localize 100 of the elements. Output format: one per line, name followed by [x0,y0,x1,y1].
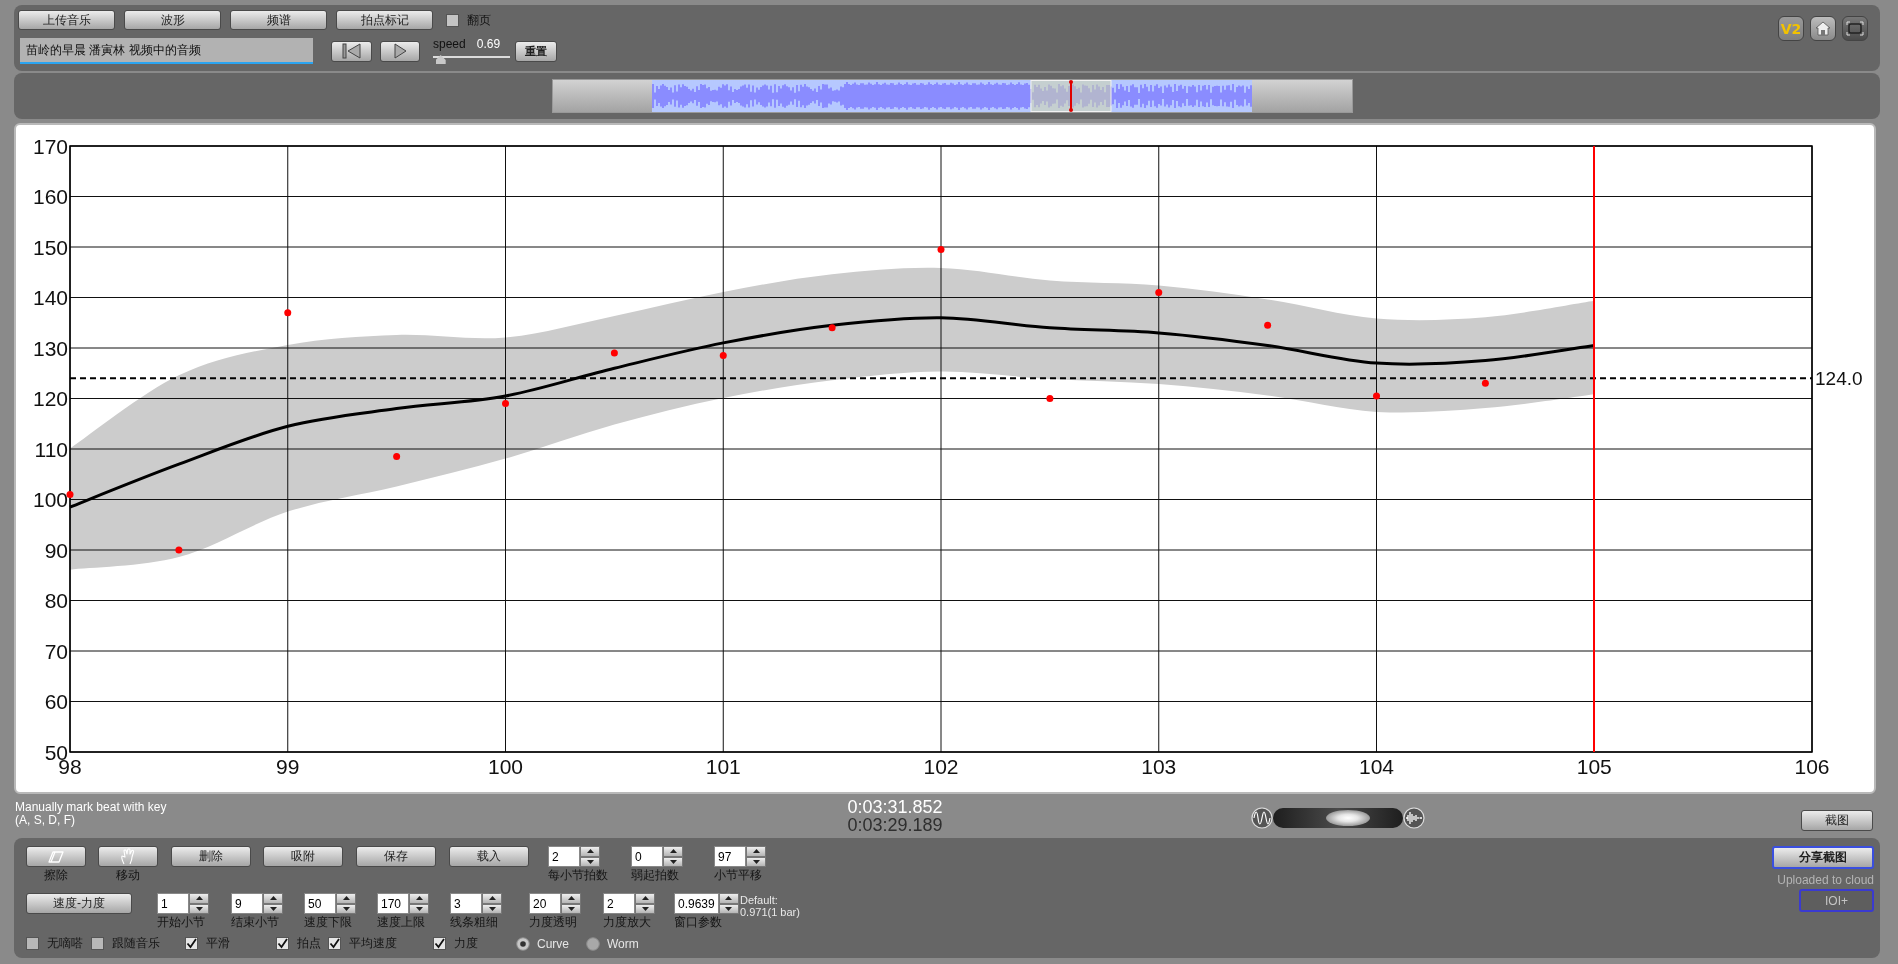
radio-button[interactable] [516,936,530,951]
eraser-icon [47,849,65,864]
track-name-field[interactable]: 苗岭的早晨 潘寅林 视频中的音频 [20,38,313,64]
beat-point [1373,392,1380,400]
decrement-button[interactable] [718,903,739,914]
up-triangle-icon [415,896,423,901]
checkbox[interactable] [185,937,198,950]
number-field[interactable]: 3 [450,893,482,914]
decrement-button[interactable] [409,903,429,914]
action-button[interactable]: 载入 [449,846,529,867]
x-tick-label: 100 [488,755,523,778]
down-triangle-icon [195,906,203,911]
increment-button[interactable] [189,893,209,904]
decrement-button[interactable] [746,856,766,867]
selection-window[interactable] [1030,80,1111,112]
y-tick-label: 110 [34,437,68,461]
fullscreen-button[interactable] [1842,16,1868,41]
screenshot-button[interactable]: 截图 [1801,810,1873,831]
hint-text: (A, S, D, F) [15,814,75,827]
action-button[interactable]: 删除 [171,846,251,867]
up-triangle-icon [567,896,575,901]
radio-label: Worm [607,936,639,951]
skip-to-start-button[interactable] [331,40,372,62]
increment-button[interactable] [409,893,429,904]
number-field[interactable]: 20 [529,893,561,914]
action-button[interactable]: 保存 [356,846,436,867]
up-triangle-icon [752,849,760,854]
home-button[interactable] [1810,16,1836,41]
increment-button[interactable] [718,893,739,904]
x-tick-label: 102 [923,755,959,778]
play-button[interactable] [380,40,420,62]
field-label: 窗口参数 [674,916,722,929]
decrement-button[interactable] [635,903,655,914]
down-triangle-icon [567,906,575,911]
checkbox[interactable] [91,937,104,950]
toolbar-button[interactable]: 上传音乐 [18,10,115,30]
number-field[interactable]: 1 [157,893,189,914]
checkbox-label: 无嘀嗒 [47,935,83,952]
checkbox[interactable] [26,937,39,950]
checkbox[interactable] [446,13,459,27]
field-label: 开始小节 [157,916,205,929]
down-triangle-icon [641,906,649,911]
move-button[interactable] [98,846,158,867]
toolbar-button[interactable]: 频谱 [230,10,327,30]
decrement-button[interactable] [561,903,581,914]
number-field[interactable]: 50 [304,893,336,914]
toolbar-button[interactable]: 波形 [124,10,221,30]
increment-button[interactable] [580,846,600,857]
x-tick-label: 99 [276,755,300,778]
increment-button[interactable] [561,893,581,904]
number-field[interactable]: 97 [714,846,746,867]
decrement-button[interactable] [663,856,683,867]
y-tick-label: 140 [32,286,68,310]
mode-button[interactable]: 速度-力度 [26,893,132,914]
increment-button[interactable] [336,893,356,904]
increment-button[interactable] [263,893,283,904]
decrement-button[interactable] [189,903,209,914]
y-tick-label: 160 [32,185,68,209]
y-tick-label: 130 [32,336,68,360]
number-field[interactable]: 2 [603,893,635,914]
decrement-button[interactable] [336,903,356,914]
beat-point [719,352,727,360]
action-button[interactable]: 吸附 [263,846,343,867]
sine-wave-icon[interactable] [1251,807,1273,829]
reset-button[interactable]: 重置 [515,40,557,62]
waveform-icon[interactable] [1403,807,1425,829]
y-tick-label: 120 [32,387,68,411]
field-label: 每小节拍数 [548,869,608,882]
checkbox[interactable] [276,937,289,950]
x-tick-label: 106 [1794,755,1830,778]
blend-slider[interactable] [1273,808,1403,828]
number-field[interactable]: 170 [377,893,409,914]
up-triangle-icon [488,896,496,901]
increment-button[interactable] [635,893,655,904]
decrement-button[interactable] [580,856,600,867]
decrement-button[interactable] [482,903,502,914]
radio-button[interactable] [586,936,600,951]
field-label: 弱起拍数 [631,869,679,882]
toolbar-button[interactable]: 拍点标记 [336,10,433,30]
eraser-button[interactable] [26,846,86,867]
increment-button[interactable] [482,893,502,904]
up-triangle-icon [269,896,277,901]
checkbox-label: 平均速度 [349,935,397,952]
number-field[interactable]: 0.9639 [674,893,719,914]
slider-thumb[interactable] [435,55,446,64]
number-field[interactable]: 2 [548,846,580,867]
slider-thumb[interactable] [1326,810,1371,826]
field-label: 速度下限 [304,916,352,929]
increment-button[interactable] [746,846,766,857]
number-field[interactable]: 9 [231,893,263,914]
checkbox-label: 跟随音乐 [112,935,160,952]
increment-button[interactable] [663,846,683,857]
share-screenshot-button[interactable]: 分享截图 [1772,846,1874,869]
number-field[interactable]: 0 [631,846,663,867]
checkbox[interactable] [328,937,341,950]
default-note: Default: [740,894,778,906]
beat-point [66,490,74,498]
decrement-button[interactable] [263,903,283,914]
playhead-marker[interactable] [1068,80,1073,112]
checkbox[interactable] [433,937,446,950]
